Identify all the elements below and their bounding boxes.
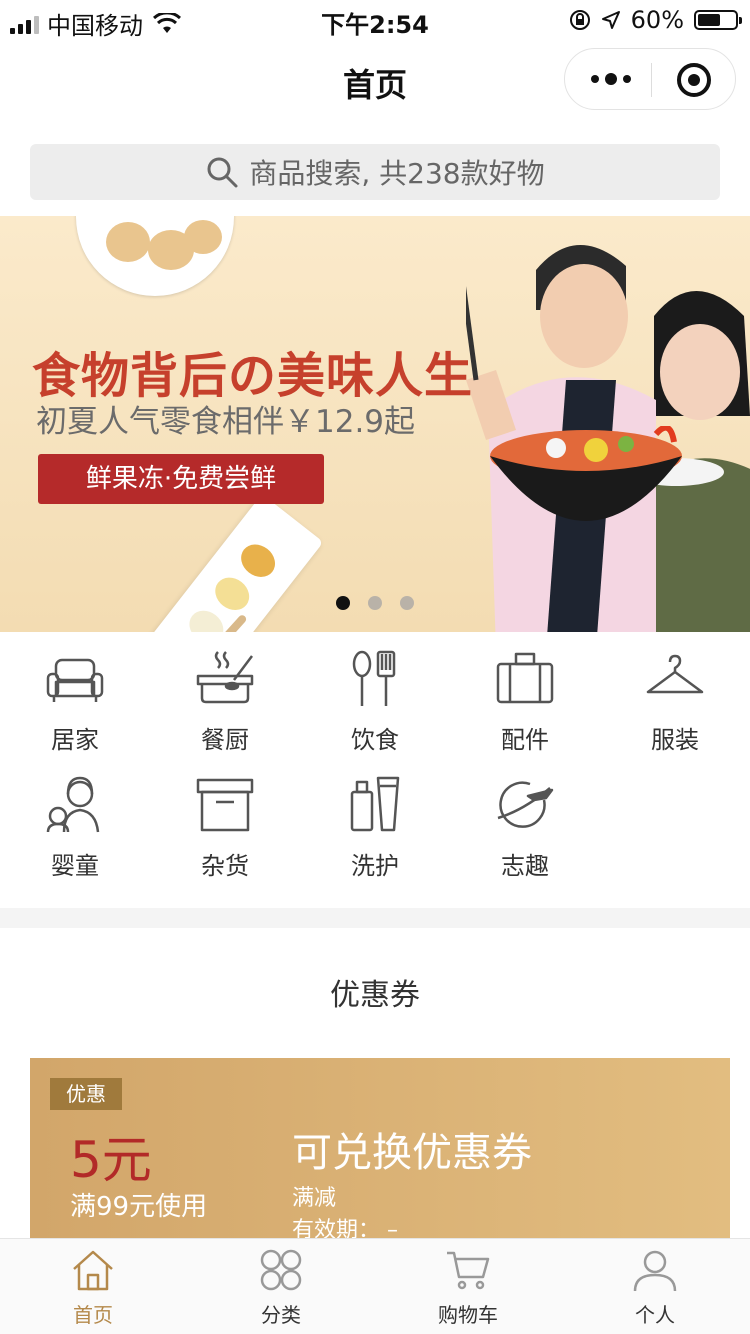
tab-label: 购物车	[438, 1303, 498, 1327]
more-icon[interactable]	[591, 67, 631, 91]
category-label: 配件	[501, 726, 549, 754]
section-divider	[0, 908, 750, 928]
navigation-bar: 首页	[0, 40, 750, 128]
category-grid-icon	[260, 1249, 302, 1291]
pagination-dot[interactable]	[400, 596, 414, 610]
tab-profile[interactable]: 个人	[600, 1247, 710, 1328]
sofa-icon	[46, 658, 104, 702]
category-label: 婴童	[51, 852, 99, 880]
coupon-amount: 5元	[70, 1131, 152, 1189]
capsule-divider	[651, 63, 652, 97]
coupon-condition: 满99元使用	[70, 1192, 208, 1222]
tab-category[interactable]: 分类	[226, 1247, 336, 1328]
hanger-icon	[646, 654, 704, 694]
category-item-kitchen[interactable]: 餐厨	[150, 648, 300, 758]
tab-cart[interactable]: 购物车	[413, 1247, 523, 1328]
bottom-tab-bar: 首页 分类 购物车 个人	[0, 1238, 750, 1334]
pagination-dot[interactable]	[336, 596, 350, 610]
coupon-type: 满减	[292, 1186, 337, 1211]
tab-label: 个人	[635, 1303, 675, 1327]
mini-program-capsule	[564, 48, 736, 110]
close-target-icon[interactable]	[677, 63, 711, 97]
cookie-plate-image	[76, 216, 234, 296]
category-label: 服装	[651, 726, 699, 754]
suitcase-icon	[496, 652, 554, 704]
banner-cta-button[interactable]: 鲜果冻·免费尝鲜	[38, 454, 324, 504]
promo-banner[interactable]: 食物背后の美味人生 初夏人气零食相伴￥12.9起 鲜果冻·免费尝鲜	[0, 216, 750, 632]
category-label: 洗护	[351, 852, 399, 880]
coupon-card[interactable]: 优惠 5元 满99元使用 可兑换优惠券 满减 有效期： –	[30, 1058, 730, 1248]
coupon-section-title: 优惠券	[330, 978, 420, 1013]
home-icon	[73, 1250, 113, 1291]
location-arrow-icon	[601, 11, 620, 29]
category-label: 饮食	[351, 726, 399, 754]
cooking-pot-icon	[196, 651, 254, 704]
pagination-dot[interactable]	[368, 596, 382, 610]
coupon-tag: 优惠	[50, 1078, 122, 1110]
category-label: 居家	[51, 726, 99, 754]
category-item-accessories[interactable]: 配件	[450, 648, 600, 758]
tab-label: 首页	[73, 1303, 113, 1327]
battery-percent: 60%	[630, 6, 684, 34]
category-label: 杂货	[201, 852, 249, 880]
category-item-food[interactable]: 饮食	[300, 648, 450, 758]
planet-plane-icon	[497, 781, 554, 828]
category-item-clothing[interactable]: 服装	[600, 648, 750, 758]
soup-bowl-image	[490, 426, 682, 521]
category-item-baby[interactable]: 婴童	[0, 774, 150, 884]
tab-home[interactable]: 首页	[38, 1247, 148, 1328]
mother-child-icon	[46, 776, 100, 833]
banner-pagination	[0, 596, 750, 610]
category-label: 志趣	[501, 852, 549, 880]
spoon-spatula-icon	[352, 650, 396, 706]
battery-icon	[694, 10, 742, 30]
toiletry-bottles-icon	[350, 776, 400, 832]
status-bar: 中国移动 下午2:54 60%	[0, 0, 750, 40]
banner-subline: 初夏人气零食相伴￥12.9起	[36, 404, 416, 440]
search-icon	[207, 157, 238, 188]
cart-icon	[447, 1251, 490, 1290]
category-item-toiletries[interactable]: 洗护	[300, 774, 450, 884]
category-item-home[interactable]: 居家	[0, 648, 150, 758]
search-placeholder: 商品搜索, 共238款好物	[249, 157, 545, 190]
user-icon	[633, 1250, 677, 1292]
category-item-hobbies[interactable]: 志趣	[450, 774, 600, 884]
storage-box-icon	[196, 778, 254, 832]
category-item-grocery[interactable]: 杂货	[150, 774, 300, 884]
tab-label: 分类	[261, 1303, 301, 1327]
search-bar[interactable]: 商品搜索, 共238款好物	[30, 144, 720, 200]
category-label: 餐厨	[201, 726, 249, 754]
coupon-name: 可兑换优惠券	[292, 1130, 532, 1176]
rotation-lock-icon	[569, 10, 590, 30]
jelly-tray-image	[145, 494, 324, 632]
